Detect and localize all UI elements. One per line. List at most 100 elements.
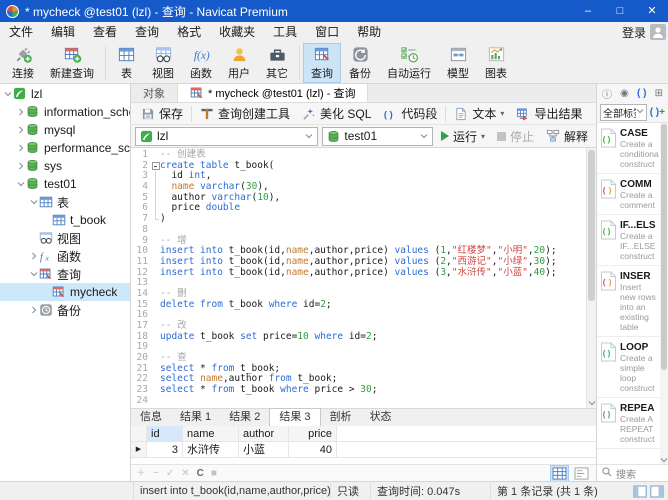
grid-column-header[interactable]: author <box>239 426 289 441</box>
editor-line[interactable]: 24 <box>131 396 596 407</box>
close-button[interactable]: ✕ <box>636 0 668 22</box>
refresh-icon[interactable]: C <box>197 465 204 482</box>
menu-item[interactable]: 编辑 <box>42 25 84 39</box>
tree-item[interactable]: information_schema <box>0 103 130 121</box>
fold-marker[interactable] <box>151 236 160 247</box>
tree-item[interactable]: 备份 <box>0 301 130 319</box>
toolbar-button[interactable]: 用户 <box>220 43 258 83</box>
row-selector[interactable]: ▶ <box>131 442 147 457</box>
result-tab[interactable]: 结果 1 <box>171 409 220 426</box>
expander-icon[interactable] <box>28 252 39 260</box>
document-tab[interactable]: 对象 <box>131 84 178 102</box>
toolbar-button[interactable]: 图表 <box>477 43 515 83</box>
maximize-button[interactable]: □ <box>604 0 636 22</box>
editor-line[interactable]: 7 ) <box>131 214 596 225</box>
query-toolbar-button[interactable]: 文本 ▾ <box>448 104 510 124</box>
explain-button[interactable]: 解释 <box>542 128 592 145</box>
tree-item[interactable]: t_book <box>0 211 130 229</box>
tree-item[interactable]: mysql <box>0 121 130 139</box>
grid-column-header[interactable]: id <box>147 426 183 441</box>
query-toolbar-button[interactable]: 保存 <box>135 104 189 124</box>
dropdown-caret-icon[interactable]: ▾ <box>500 109 504 118</box>
query-toolbar-button[interactable]: 导出结果 <box>510 104 588 124</box>
snippet-item[interactable]: () INSER Insert new rows into an existin… <box>597 266 660 337</box>
add-record-icon[interactable]: ＋ <box>136 465 146 482</box>
menu-item[interactable]: 收藏夹 <box>210 25 264 39</box>
result-tab[interactable]: 结果 3 <box>269 408 320 426</box>
toolbar-button[interactable]: 自动运行 <box>379 43 439 83</box>
editor-line[interactable]: 23 select * from t_book where price > 30… <box>131 385 596 396</box>
fold-marker[interactable] <box>151 268 160 279</box>
menu-item[interactable]: 格式 <box>168 25 210 39</box>
snippet-item[interactable]: ( ) CASE Create a conditional construct <box>597 123 660 174</box>
fold-marker[interactable] <box>151 257 160 268</box>
discard-changes-icon[interactable]: ✕ <box>181 465 189 482</box>
dbms-icon[interactable]: ◉ <box>620 88 629 99</box>
menu-item[interactable]: 工具 <box>264 25 306 39</box>
form-view-button[interactable] <box>572 465 591 482</box>
editor-line[interactable]: 13 <box>131 278 596 289</box>
toolbar-button[interactable]: 其它 <box>258 43 296 83</box>
stop-button[interactable]: 停止 <box>493 128 538 145</box>
query-toolbar-button[interactable]: ( ) 代码段 <box>377 104 443 124</box>
query-toolbar-button[interactable]: 美化 SQL <box>296 104 377 124</box>
tree-item[interactable]: sys <box>0 157 130 175</box>
tree-item[interactable]: mycheck <box>0 283 130 301</box>
menu-item[interactable]: 查看 <box>84 25 126 39</box>
tree-item[interactable]: performance_schema <box>0 139 130 157</box>
row-selector-header[interactable] <box>131 426 147 441</box>
expander-icon[interactable] <box>2 90 13 98</box>
toggle-left-pane-icon[interactable] <box>633 485 647 498</box>
snippet-item[interactable]: ( ) LOOP Create a simple loop construct <box>597 337 660 398</box>
menu-item[interactable]: 文件 <box>0 25 42 39</box>
tree-item[interactable]: lzl <box>0 85 130 103</box>
fold-marker[interactable] <box>151 364 160 375</box>
toolbar-button[interactable]: f(x) 函数 <box>182 43 220 83</box>
toolbar-button[interactable]: 模型 <box>439 43 477 83</box>
tree-item[interactable]: 查询 <box>0 265 130 283</box>
tree-item[interactable]: 表 <box>0 193 130 211</box>
fold-marker[interactable] <box>151 171 160 182</box>
fold-marker[interactable] <box>151 374 160 385</box>
expander-icon[interactable] <box>28 198 39 206</box>
fold-marker[interactable] <box>151 150 160 161</box>
fold-marker[interactable] <box>151 321 160 332</box>
result-tab[interactable]: 状态 <box>361 409 401 426</box>
result-tab[interactable]: 结果 2 <box>220 409 269 426</box>
expander-icon[interactable] <box>28 270 39 278</box>
editor-line[interactable]: 18 update t_book set price=10 where id=2… <box>131 332 596 343</box>
snippet-item[interactable]: ( ) IF...ELS Create a IF...ELSE construc… <box>597 215 660 266</box>
toolbar-button[interactable]: 查询 <box>303 43 341 83</box>
result-tab[interactable]: 剖析 <box>321 409 361 426</box>
fold-marker[interactable] <box>151 182 160 193</box>
expander-icon[interactable] <box>15 180 26 188</box>
query-toolbar-button[interactable]: 查询创建工具 <box>194 104 296 124</box>
fold-marker[interactable] <box>151 278 160 289</box>
tree-item[interactable]: test01 <box>0 175 130 193</box>
fold-marker[interactable] <box>151 353 160 364</box>
tree-item[interactable]: fx 函数 <box>0 247 130 265</box>
fold-marker[interactable] <box>151 396 160 407</box>
editor-line[interactable]: 19 <box>131 342 596 353</box>
sql-editor[interactable]: 1 -- 创建表 2 create table t_book( 3 id int… <box>131 148 596 408</box>
snippet-search[interactable]: 搜索 <box>597 464 668 481</box>
database-select[interactable]: test01 <box>322 127 433 146</box>
scrollbar-thumb[interactable] <box>588 150 595 301</box>
expander-icon[interactable] <box>15 108 26 116</box>
code-snippet-icon[interactable]: ( ) <box>637 88 646 99</box>
scroll-down-arrow-icon[interactable] <box>660 455 668 464</box>
toolbar-button[interactable]: 表 <box>109 43 144 83</box>
fold-marker[interactable] <box>151 289 160 300</box>
editor-line[interactable]: 15 delete from t_book where id=2; <box>131 300 596 311</box>
new-snippet-button[interactable]: ( )+ <box>650 107 665 118</box>
editor-line[interactable]: 16 <box>131 310 596 321</box>
login-button[interactable]: 登录 <box>622 24 646 41</box>
menu-item[interactable]: 帮助 <box>348 25 390 39</box>
grid-column-header[interactable]: price <box>289 426 337 441</box>
editor-scrollbar[interactable] <box>586 148 596 408</box>
grid-cell[interactable]: 水浒传 <box>183 442 239 457</box>
grid-cell[interactable]: 40 <box>289 442 337 457</box>
editor-line[interactable]: 6 price double <box>131 203 596 214</box>
run-button[interactable]: 运行 ▾ <box>437 128 489 145</box>
fold-marker[interactable] <box>151 310 160 321</box>
